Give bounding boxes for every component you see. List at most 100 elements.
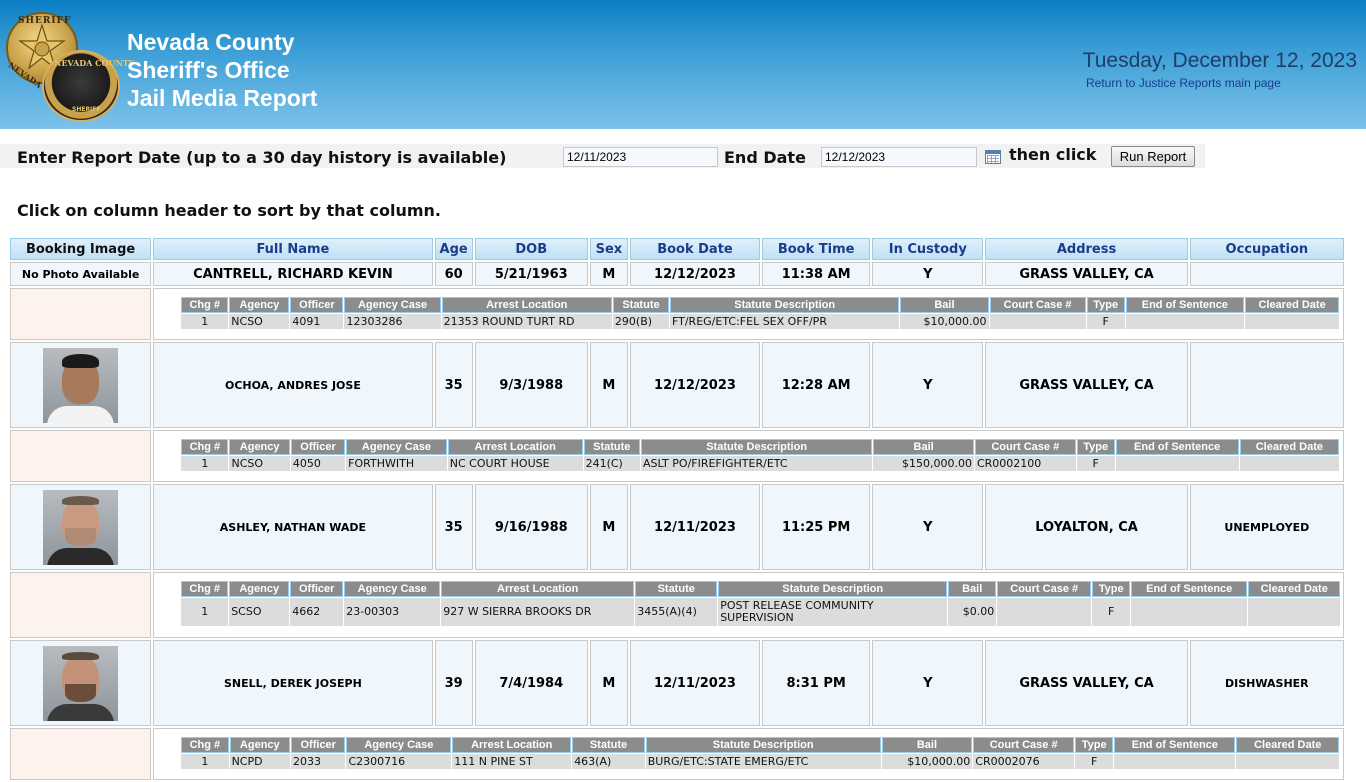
charge-row-spacer bbox=[10, 728, 152, 780]
charge-bail: $10,000.00 bbox=[900, 314, 989, 329]
charge-header-agency: Agency bbox=[229, 439, 290, 455]
inmate-table: Booking Image Full Name Age DOB Sex Book… bbox=[8, 236, 1346, 782]
report-date-input[interactable] bbox=[563, 147, 718, 167]
inmate-occupation: UNEMPLOYED bbox=[1189, 484, 1344, 570]
charge-statute: 290(B) bbox=[612, 314, 669, 329]
charge-header-agency-case: Agency Case bbox=[346, 737, 452, 753]
inmate-book-date: 12/11/2023 bbox=[629, 484, 761, 570]
charge-statute-description: ASLT PO/FIREFIGHTER/ETC bbox=[640, 456, 873, 471]
inmate-age: 35 bbox=[434, 484, 473, 570]
charge-statute: 3455(A)(4) bbox=[635, 598, 718, 626]
charge-header-chg: Chg # bbox=[181, 581, 229, 597]
charge-header-end-of-sentence: End of Sentence bbox=[1115, 439, 1239, 455]
charge-data-row: 1 NCSO 4091 12303286 21353 ROUND TURT RD… bbox=[181, 314, 1340, 329]
column-header-full-name[interactable]: Full Name bbox=[153, 238, 433, 260]
charge-header-court-case: Court Case # bbox=[997, 581, 1092, 597]
charge-header-agency-case: Agency Case bbox=[344, 297, 441, 313]
charge-header-court-case: Court Case # bbox=[973, 737, 1075, 753]
charge-agency-case: C2300716 bbox=[346, 754, 452, 769]
inmate-dob: 9/3/1988 bbox=[474, 342, 588, 428]
charge-header-officer: Officer bbox=[291, 737, 346, 753]
return-to-reports-link[interactable]: Return to Justice Reports main page bbox=[1086, 76, 1281, 90]
sort-instructions: Click on column header to sort by that c… bbox=[17, 201, 441, 220]
inmate-occupation bbox=[1189, 262, 1344, 286]
charge-cleared-date bbox=[1239, 456, 1340, 471]
charge-row-spacer bbox=[10, 572, 152, 638]
column-header-age[interactable]: Age bbox=[434, 238, 473, 260]
inmate-dob: 7/4/1984 bbox=[474, 640, 588, 726]
inmate-full-name: SNELL, DEREK JOSEPH bbox=[153, 640, 433, 726]
inmate-row: ASHLEY, NATHAN WADE 35 9/16/1988 M 12/11… bbox=[10, 484, 1344, 570]
column-header-booking-image[interactable]: Booking Image bbox=[10, 238, 152, 260]
end-date-label: End Date bbox=[724, 148, 806, 167]
column-header-occupation[interactable]: Occupation bbox=[1189, 238, 1344, 260]
booking-image-cell bbox=[10, 342, 152, 428]
charge-header-officer: Officer bbox=[290, 297, 344, 313]
charge-header-officer: Officer bbox=[290, 439, 346, 455]
inmate-age: 39 bbox=[434, 640, 473, 726]
booking-photo[interactable] bbox=[43, 489, 119, 565]
charge-header-statute: Statute bbox=[635, 581, 718, 597]
charge-type: F bbox=[1086, 314, 1125, 329]
charge-officer: 4091 bbox=[290, 314, 344, 329]
charge-agency-case: 12303286 bbox=[344, 314, 441, 329]
charge-cleared-date bbox=[1236, 754, 1340, 769]
charge-header-end-of-sentence: End of Sentence bbox=[1114, 737, 1236, 753]
charge-bail: $150,000.00 bbox=[873, 456, 974, 471]
charge-header-type: Type bbox=[1086, 297, 1125, 313]
column-header-sex[interactable]: Sex bbox=[589, 238, 628, 260]
column-header-dob[interactable]: DOB bbox=[474, 238, 588, 260]
title-line-3: Jail Media Report bbox=[127, 85, 318, 111]
inmate-book-time: 12:28 AM bbox=[762, 342, 871, 428]
calendar-icon[interactable] bbox=[985, 150, 1001, 164]
booking-image-placeholder: No Photo Available bbox=[10, 262, 152, 286]
end-date-input[interactable] bbox=[821, 147, 977, 167]
run-report-button[interactable]: Run Report bbox=[1111, 146, 1195, 167]
charge-agency: NCPD bbox=[229, 754, 291, 769]
charge-arrest-location: 927 W SIERRA BROOKS DR bbox=[441, 598, 635, 626]
column-header-book-date[interactable]: Book Date bbox=[629, 238, 761, 260]
charge-agency: NCSO bbox=[229, 314, 290, 329]
badge-star-text: SHERIFF bbox=[18, 16, 72, 26]
charge-header-agency: Agency bbox=[229, 581, 290, 597]
charge-arrest-location: NC COURT HOUSE bbox=[447, 456, 583, 471]
inmate-age: 35 bbox=[434, 342, 473, 428]
charge-officer: 4050 bbox=[290, 456, 346, 471]
charge-header-bail: Bail bbox=[948, 581, 997, 597]
title-line-2: Sheriff's Office bbox=[127, 57, 290, 83]
charge-details-cell: Chg # Agency Officer Agency Case Arrest … bbox=[153, 288, 1344, 340]
inmate-address: GRASS VALLEY, CA bbox=[985, 342, 1188, 428]
charge-header-agency: Agency bbox=[229, 737, 291, 753]
charge-header-chg: Chg # bbox=[181, 297, 229, 313]
inmate-book-date: 12/11/2023 bbox=[629, 640, 761, 726]
charge-cleared-date bbox=[1244, 314, 1340, 329]
charge-header-statute: Statute bbox=[572, 737, 645, 753]
booking-photo[interactable] bbox=[43, 645, 119, 721]
charge-court-case: CR0002100 bbox=[974, 456, 1076, 471]
charge-table: Chg # Agency Officer Agency Case Arrest … bbox=[180, 438, 1340, 472]
booking-image-cell bbox=[10, 484, 152, 570]
charge-table: Chg # Agency Officer Agency Case Arrest … bbox=[180, 580, 1341, 627]
charge-header-court-case: Court Case # bbox=[989, 297, 1086, 313]
column-header-in-custody[interactable]: In Custody bbox=[872, 238, 984, 260]
inmate-in-custody: Y bbox=[872, 342, 984, 428]
booking-photo[interactable] bbox=[43, 347, 119, 423]
page-title: Nevada County Sheriff's Office Jail Medi… bbox=[127, 28, 317, 112]
charge-header-type: Type bbox=[1076, 439, 1115, 455]
column-header-book-time[interactable]: Book Time bbox=[762, 238, 871, 260]
inmate-row: No Photo Available CANTRELL, RICHARD KEV… bbox=[10, 262, 1344, 286]
charge-officer: 2033 bbox=[291, 754, 346, 769]
charge-details-cell: Chg # Agency Officer Agency Case Arrest … bbox=[153, 572, 1344, 638]
inmate-book-time: 8:31 PM bbox=[762, 640, 871, 726]
inmate-address: GRASS VALLEY, CA bbox=[985, 640, 1188, 726]
charge-statute: 241(C) bbox=[583, 456, 640, 471]
charge-table: Chg # Agency Officer Agency Case Arrest … bbox=[180, 296, 1340, 330]
inmate-book-time: 11:38 AM bbox=[762, 262, 871, 286]
charge-statute-description: POST RELEASE COMMUNITY SUPERVISION bbox=[718, 598, 948, 626]
column-header-address[interactable]: Address bbox=[985, 238, 1188, 260]
inmate-book-date: 12/12/2023 bbox=[629, 342, 761, 428]
charge-header-cleared-date: Cleared Date bbox=[1244, 297, 1340, 313]
charge-header-end-of-sentence: End of Sentence bbox=[1131, 581, 1248, 597]
charge-officer: 4662 bbox=[290, 598, 344, 626]
inmate-book-date: 12/12/2023 bbox=[629, 262, 761, 286]
